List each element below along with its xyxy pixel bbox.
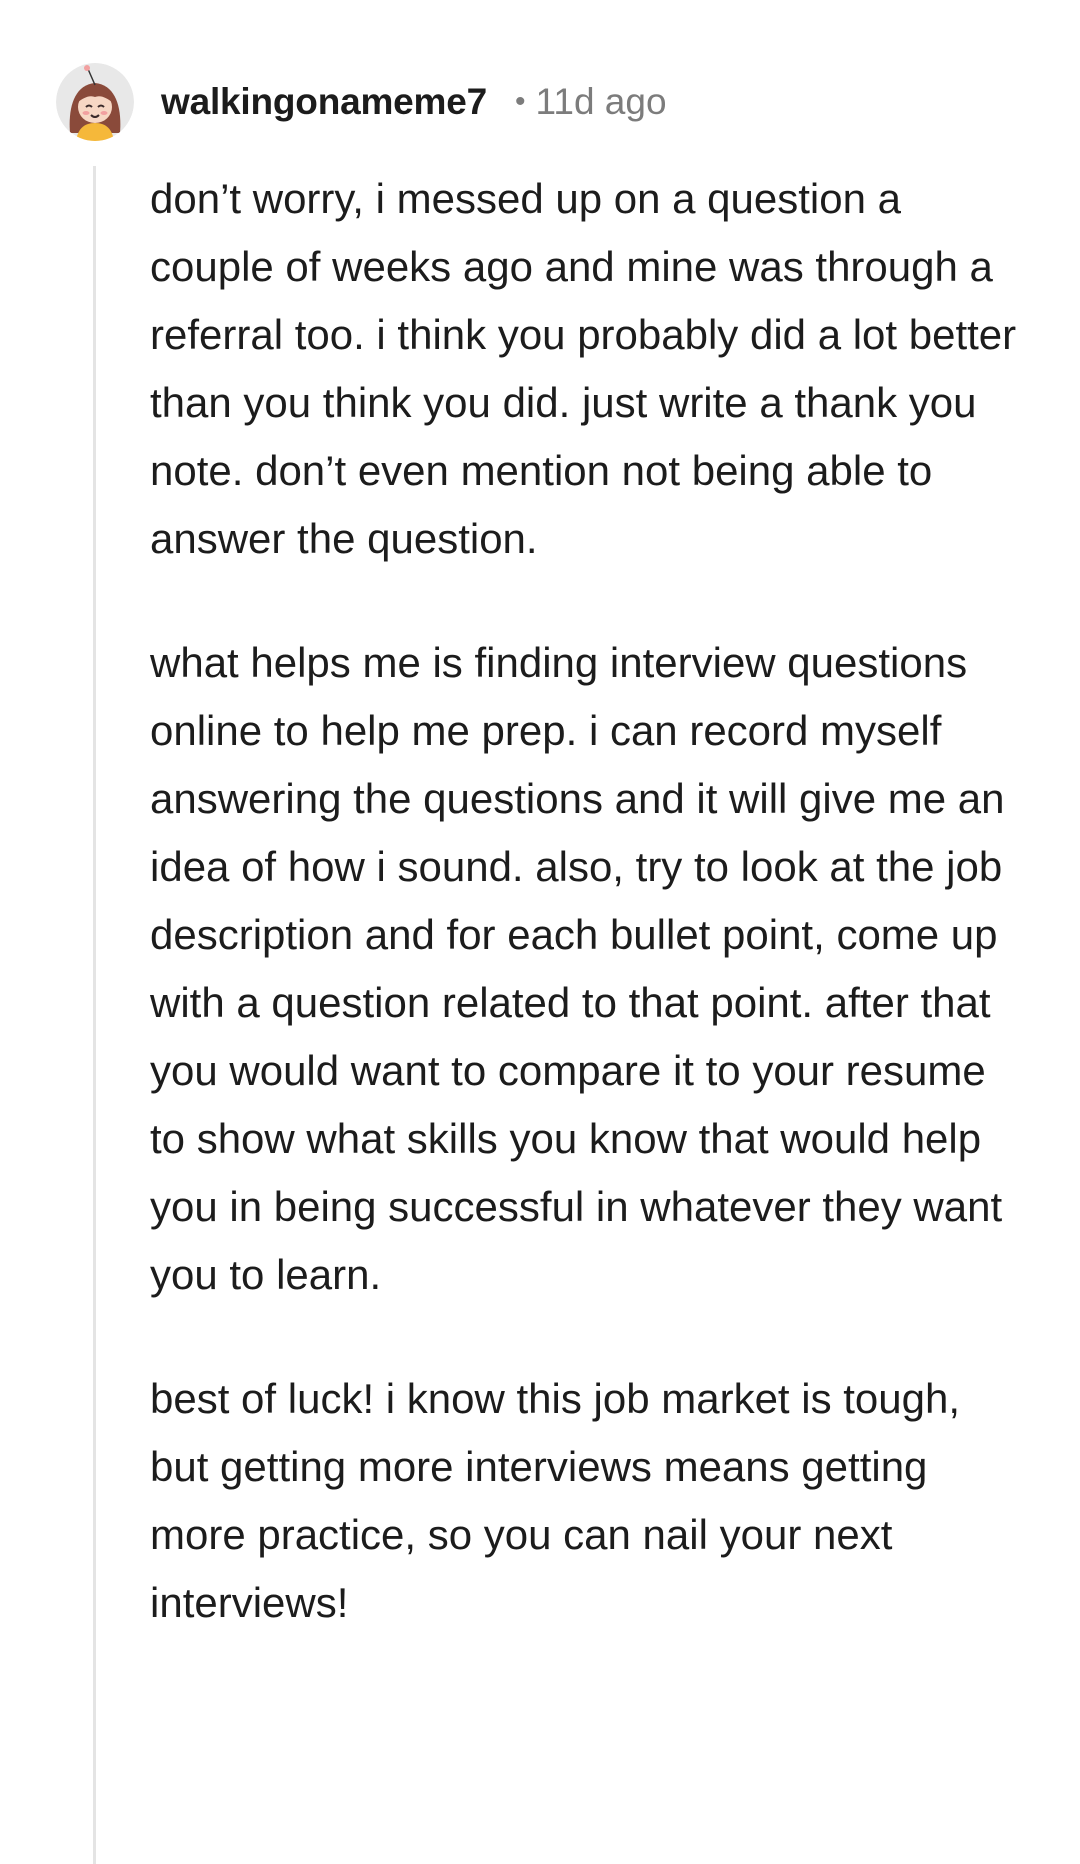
thread-line[interactable]: [93, 166, 96, 1864]
comment-timestamp: 11d ago: [535, 81, 667, 122]
user-avatar-icon[interactable]: [56, 63, 134, 141]
meta-separator: •: [515, 85, 526, 118]
comment-header: walkingonameme7 • 11d ago: [56, 58, 667, 146]
comment-author[interactable]: walkingonameme7: [161, 81, 487, 123]
comment: walkingonameme7 • 11d ago don’t worry, i…: [0, 0, 1080, 1864]
comment-paragraph: don’t worry, i messed up on a question a…: [150, 175, 1017, 562]
comment-paragraph: best of luck! i know this job market is …: [150, 1375, 961, 1626]
comment-body: don’t worry, i messed up on a question a…: [150, 165, 1030, 1637]
comment-paragraph: what helps me is finding interview quest…: [150, 639, 1005, 1298]
